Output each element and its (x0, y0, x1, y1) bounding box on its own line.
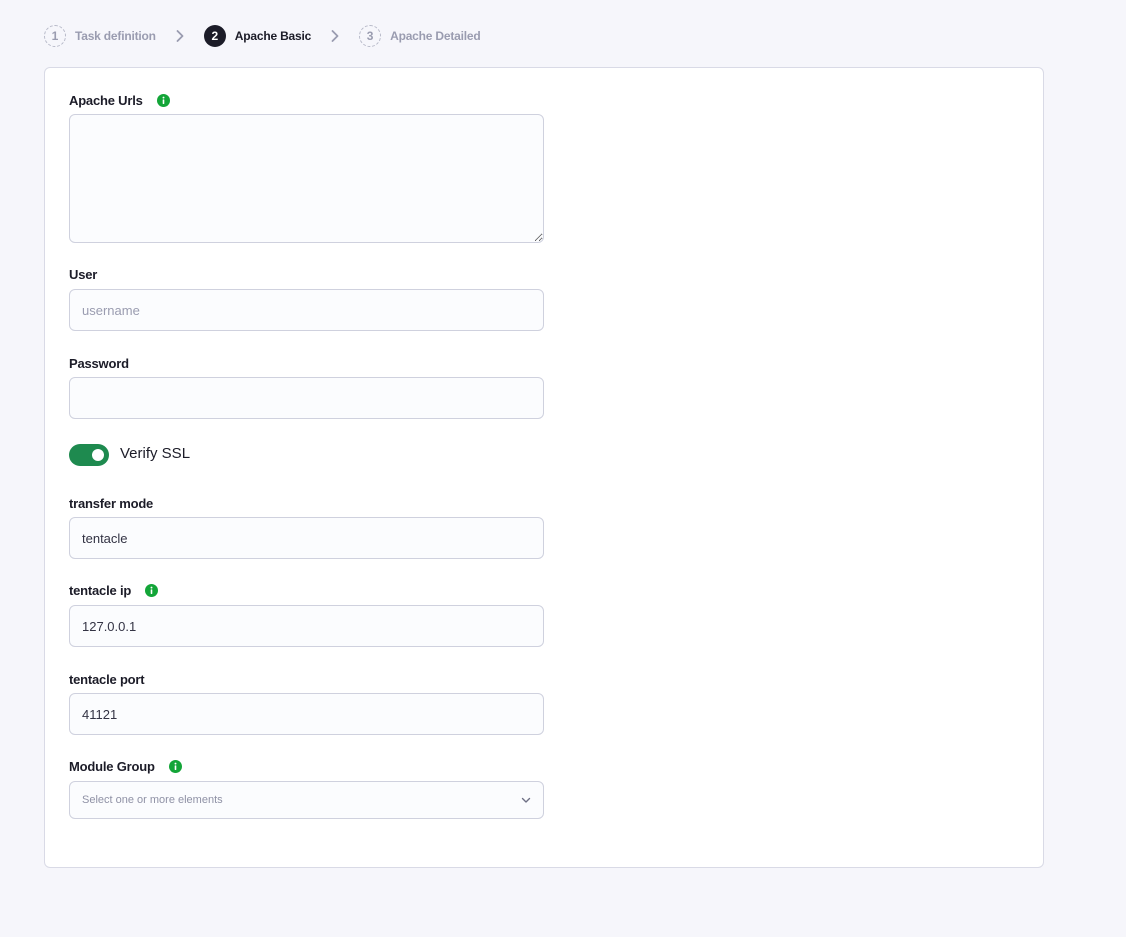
transfer-mode-label: transfer mode (69, 496, 154, 511)
step-task-definition[interactable]: 1 Task definition (44, 25, 156, 47)
module-group-placeholder: Select one or more elements (82, 794, 223, 806)
apache-urls-label-row: Apache Urls (69, 93, 170, 108)
step-apache-detailed[interactable]: 3 Apache Detailed (359, 25, 481, 47)
module-group-select[interactable]: Select one or more elements (69, 781, 544, 819)
transfer-mode-input[interactable] (69, 517, 544, 559)
password-label: Password (69, 356, 129, 371)
info-icon[interactable] (168, 760, 182, 773)
tentacle-ip-label: tentacle ip (69, 583, 132, 598)
tentacle-ip-label-row: tentacle ip (69, 583, 159, 598)
apache-urls-label: Apache Urls (69, 93, 143, 108)
tentacle-ip-input[interactable] (69, 605, 544, 647)
stepper: 1 Task definition 2 Apache Basic 3 Apach… (44, 24, 481, 48)
tentacle-port-input[interactable] (69, 693, 544, 735)
step-apache-basic[interactable]: 2 Apache Basic (203, 25, 312, 47)
step-number: 3 (359, 25, 382, 47)
step-label: Apache Detailed (390, 29, 481, 43)
module-group-label-row: Module Group (69, 759, 182, 774)
verify-ssl-toggle[interactable] (69, 444, 109, 466)
step-number: 2 (203, 25, 226, 47)
form-card: Apache Urls User Password Verify SSL tra… (44, 67, 1044, 868)
info-icon[interactable] (156, 94, 170, 107)
step-label: Task definition (75, 29, 156, 43)
password-input[interactable] (69, 377, 544, 419)
step-label: Apache Basic (234, 29, 312, 43)
module-group-label: Module Group (69, 759, 155, 774)
tentacle-port-label: tentacle port (69, 672, 145, 687)
step-number: 1 (44, 25, 66, 47)
chevron-right-icon (331, 30, 339, 42)
user-input[interactable] (69, 289, 544, 331)
user-label: User (69, 267, 98, 282)
info-icon[interactable] (145, 584, 159, 597)
chevron-down-icon (521, 797, 531, 804)
chevron-right-icon (176, 30, 184, 42)
toggle-knob (92, 449, 104, 461)
verify-ssl-label: Verify SSL (120, 445, 191, 462)
apache-urls-textarea[interactable] (69, 114, 544, 243)
